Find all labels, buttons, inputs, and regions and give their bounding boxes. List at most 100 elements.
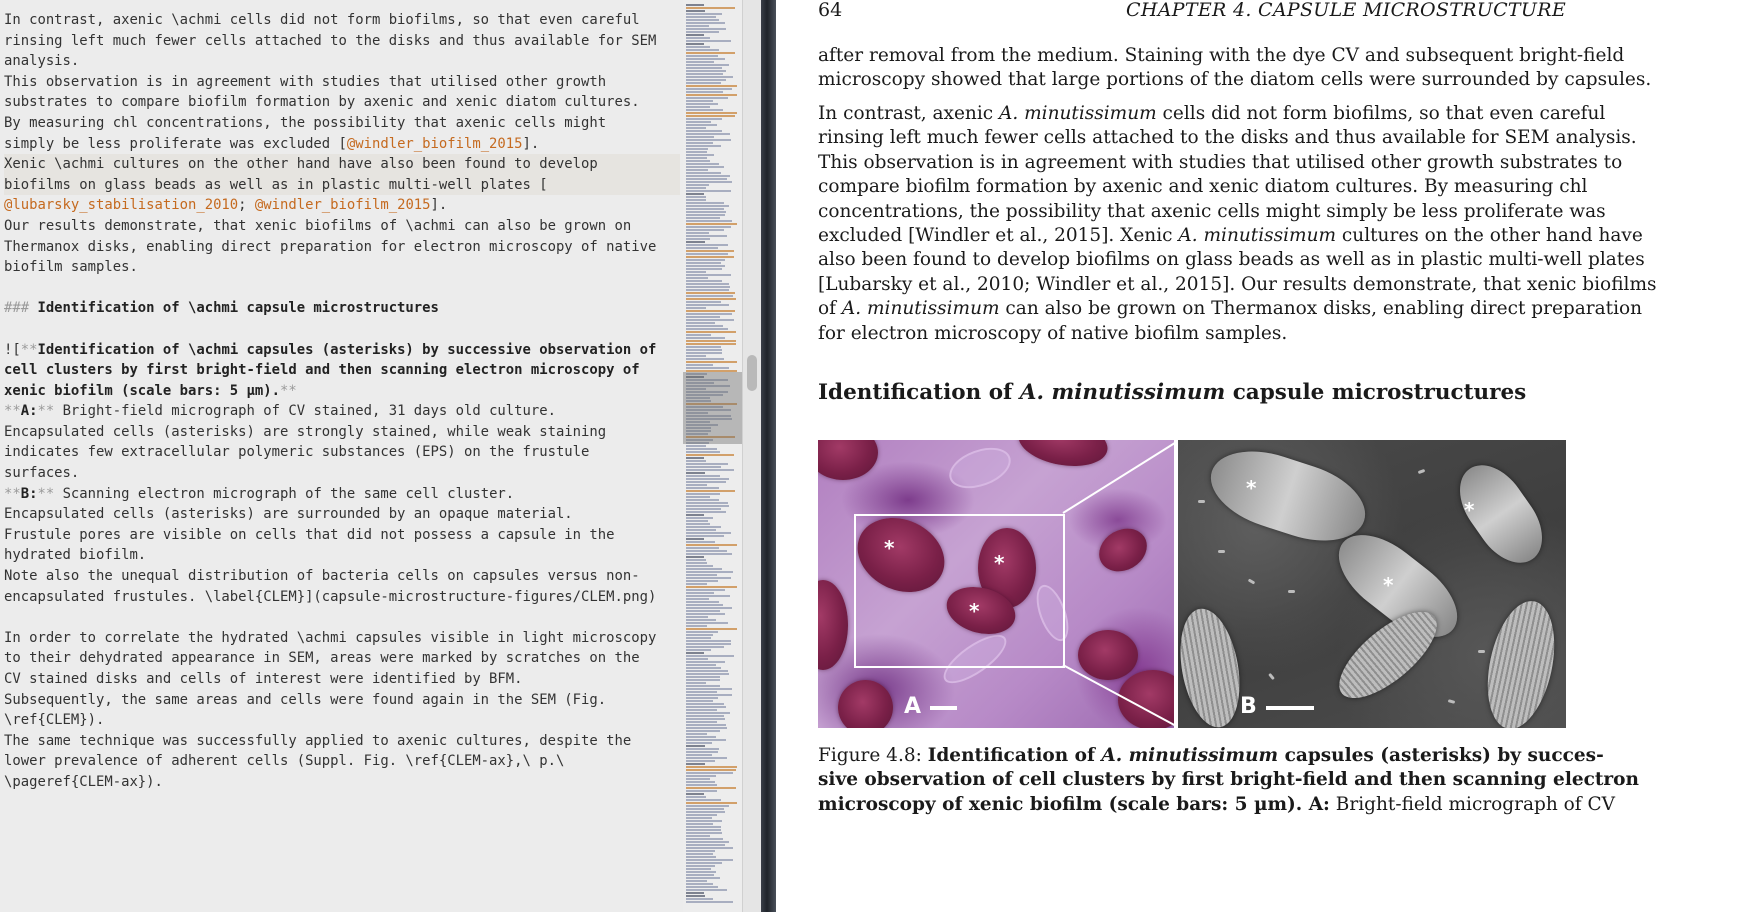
editor-line[interactable]: \ref{CLEM}).: [4, 710, 680, 731]
editor-text-run: \ref{CLEM}).: [4, 712, 105, 729]
editor-minimap[interactable]: [683, 0, 742, 912]
minimap-line: [686, 208, 724, 210]
editor-line[interactable]: In order to correlate the hydrated \achm…: [4, 628, 680, 649]
minimap-line: [686, 181, 732, 183]
minimap-line: [686, 751, 718, 753]
minimap-viewport[interactable]: [683, 372, 742, 444]
minimap-line: [686, 73, 723, 75]
bold-text: B:: [20, 485, 38, 502]
editor-line[interactable]: By measuring chl concentrations, the pos…: [4, 113, 680, 134]
bacterium: [1268, 672, 1275, 681]
editor-line[interactable]: surfaces.: [4, 463, 680, 484]
editor-line[interactable]: to their dehydrated appearance in SEM, a…: [4, 648, 680, 669]
minimap-line: [686, 331, 736, 333]
minimap-line: [686, 805, 729, 807]
editor-line[interactable]: ![**Identification of \achmi capsules (a…: [4, 340, 680, 361]
editor-scrollbar[interactable]: [742, 0, 762, 912]
minimap-line: [686, 874, 714, 876]
minimap-line: [686, 628, 737, 630]
editor-line[interactable]: Subsequently, the same areas and cells w…: [4, 690, 680, 711]
editor-line[interactable]: **B:** Scanning electron micrograph of t…: [4, 484, 680, 505]
minimap-line: [686, 10, 705, 12]
minimap-line: [686, 571, 733, 573]
minimap-line: [686, 100, 713, 102]
markdown-editor[interactable]: In contrast, axenic \achmi cells did not…: [0, 0, 683, 912]
bold-text: cell clusters by first bright-field and …: [4, 362, 640, 379]
editor-line[interactable]: rinsing left much fewer cells attached t…: [4, 31, 680, 52]
pale-cell: [943, 440, 1017, 496]
bold-text: A:: [20, 403, 38, 420]
scrollbar-thumb[interactable]: [747, 355, 757, 391]
bold-text: Identification of \achmi capsule microst…: [37, 300, 439, 317]
minimap-line: [686, 466, 721, 468]
minimap-line: [686, 754, 712, 756]
editor-line[interactable]: [4, 607, 680, 628]
minimap-line: [686, 13, 722, 15]
editor-text-run: encapsulated frustules. \label{CLEM}](ca…: [4, 588, 657, 605]
caption-line: Figure 4.8: Identification of A. minutis…: [818, 744, 1604, 768]
editor-text[interactable]: In contrast, axenic \achmi cells did not…: [4, 10, 680, 793]
editor-line[interactable]: lower prevalence of adherent cells (Supp…: [4, 751, 680, 772]
minimap-line: [686, 190, 731, 192]
editor-line[interactable]: Encapsulated cells (asterisks) are stron…: [4, 422, 680, 443]
pane-splitter[interactable]: [761, 0, 776, 912]
editor-text-run: This observation is in agreement with st…: [4, 73, 607, 90]
editor-line[interactable]: encapsulated frustules. \label{CLEM}](ca…: [4, 587, 680, 608]
editor-text-run: CV stained disks and cells of interest w…: [4, 671, 523, 687]
editor-line[interactable]: @lubarsky_stabilisation_2010; @windler_b…: [4, 195, 680, 216]
editor-line[interactable]: substrates to compare biofilm formation …: [4, 92, 680, 113]
editor-text-run: rinsing left much fewer cells attached t…: [4, 32, 657, 49]
pdf-line: after removal from the medium. Staining …: [818, 44, 1624, 68]
minimap-line: [686, 64, 729, 66]
minimap-line: [686, 781, 715, 783]
editor-line[interactable]: biofilms on glass beads as well as in pl…: [4, 174, 680, 196]
editor-line[interactable]: hydrated biofilm.: [4, 545, 680, 566]
minimap-line: [686, 28, 726, 30]
editor-line[interactable]: cell clusters by first bright-field and …: [4, 360, 680, 381]
editor-line[interactable]: Encapsulated cells (asterisks) are surro…: [4, 504, 680, 525]
minimap-line: [686, 709, 717, 711]
minimap-line: [686, 562, 707, 564]
editor-line[interactable]: Frustule pores are visible on cells that…: [4, 525, 680, 546]
minimap-line: [686, 541, 715, 543]
editor-line[interactable]: indicates few extracellular polymeric su…: [4, 442, 680, 463]
editor-line[interactable]: Xenic \achmi cultures on the other hand …: [4, 154, 680, 175]
text-run: compare biofilm formation by axenic and …: [818, 176, 1588, 198]
minimap-line: [686, 328, 728, 330]
editor-line[interactable]: xenic biofilm (scale bars: 5 µm).**: [4, 381, 680, 402]
editor-line[interactable]: [4, 319, 680, 340]
editor-line[interactable]: simply be less proliferate was excluded …: [4, 134, 680, 155]
minimap-line: [686, 736, 716, 738]
minimap-line: [686, 223, 737, 225]
pdf-preview[interactable]: 64 CHAPTER 4. CAPSULE MICROSTRUCTURE aft…: [776, 0, 1749, 912]
citation-key: @lubarsky_stabilisation_2010: [4, 197, 239, 214]
editor-line[interactable]: Note also the unequal distribution of ba…: [4, 566, 680, 587]
editor-line[interactable]: CV stained disks and cells of interest w…: [4, 669, 680, 690]
text-run: cultures on the other hand have: [1336, 225, 1643, 246]
asterisk-marker: *: [884, 536, 895, 560]
minimap-line: [686, 820, 722, 822]
editor-text-run: Encapsulated cells (asterisks) are stron…: [4, 423, 607, 440]
editor-line[interactable]: analysis.: [4, 51, 680, 72]
editor-line[interactable]: This observation is in agreement with st…: [4, 72, 680, 93]
editor-line[interactable]: \pageref{CLEM-ax}).: [4, 772, 680, 793]
editor-line[interactable]: **A:** Bright-field micrograph of CV sta…: [4, 401, 680, 422]
editor-line[interactable]: In contrast, axenic \achmi cells did not…: [4, 10, 680, 31]
minimap-line: [686, 697, 718, 699]
minimap-line: [686, 877, 720, 879]
markdown-marker: **: [37, 485, 55, 502]
editor-text-run: Our results demonstrate, that xenic biof…: [4, 217, 632, 234]
minimap-line: [686, 184, 709, 186]
editor-line[interactable]: [4, 278, 680, 299]
editor-line[interactable]: biofilm samples.: [4, 257, 680, 278]
italic-text: A. minutissimum: [1019, 380, 1226, 405]
asterisk-marker: *: [1246, 476, 1257, 500]
minimap-line: [686, 652, 704, 654]
minimap-line: [686, 526, 721, 528]
editor-line[interactable]: Thermanox disks, enabling direct prepara…: [4, 237, 680, 258]
editor-line[interactable]: Our results demonstrate, that xenic biof…: [4, 216, 680, 237]
editor-line[interactable]: ### Identification of \achmi capsule mic…: [4, 298, 680, 319]
editor-text-run: Scanning electron micrograph of the same…: [54, 485, 515, 502]
minimap-line: [686, 676, 720, 678]
editor-line[interactable]: The same technique was successfully appl…: [4, 731, 680, 752]
